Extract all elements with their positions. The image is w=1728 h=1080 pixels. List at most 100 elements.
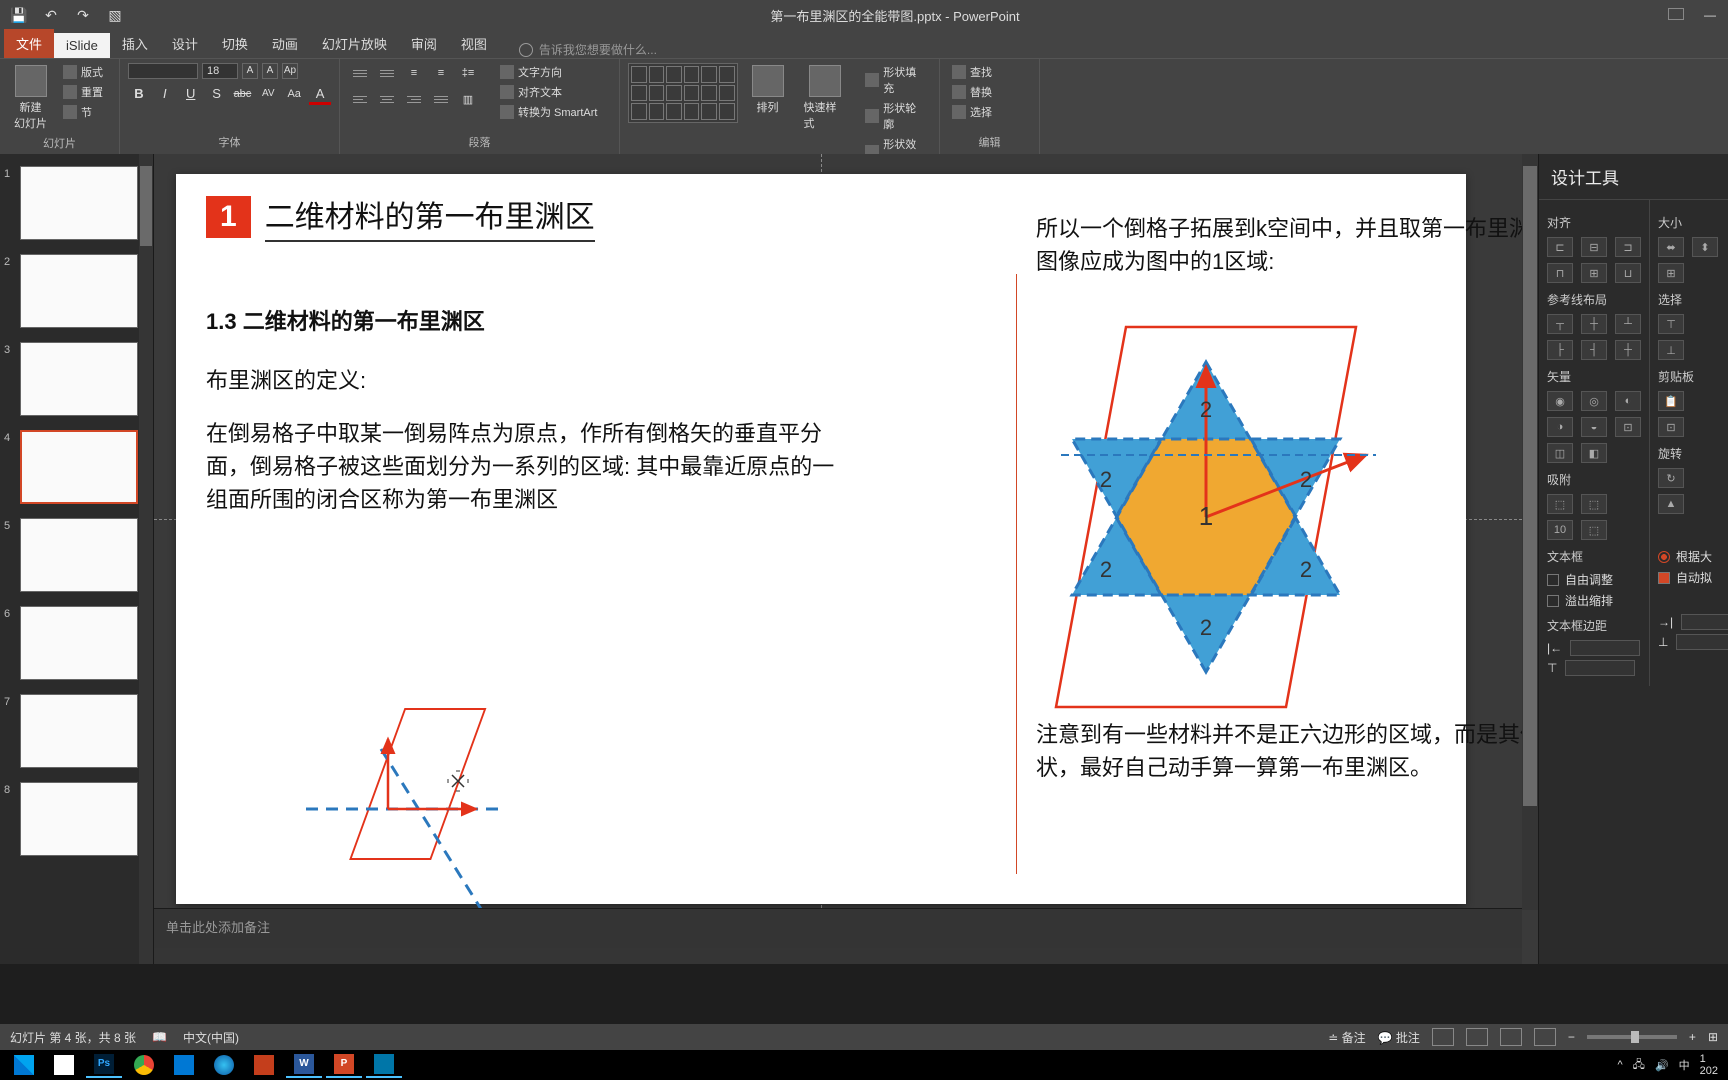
margin-top-input[interactable] (1565, 660, 1635, 676)
refline-btn-2[interactable]: ┼ (1581, 314, 1607, 334)
size-btn-3[interactable]: ⊞ (1658, 263, 1684, 283)
reading-view-button[interactable] (1500, 1028, 1522, 1046)
tab-insert[interactable]: 插入 (110, 29, 160, 58)
tab-islide[interactable]: iSlide (54, 33, 110, 58)
task-edge[interactable] (206, 1052, 242, 1078)
slide-thumbnail-5[interactable]: 5 (20, 518, 141, 592)
fragment-btn[interactable]: ◐ (1615, 391, 1641, 411)
task-word[interactable]: W (286, 1052, 322, 1078)
align-text-button[interactable]: 对齐文本 (496, 83, 601, 101)
tab-animation[interactable]: 动画 (260, 29, 310, 58)
notes-toggle[interactable]: ≐ 备注 (1328, 1029, 1365, 1046)
align-left-btn[interactable]: ⊏ (1547, 237, 1573, 257)
combine-btn[interactable]: ◎ (1581, 391, 1607, 411)
spell-check-icon[interactable]: 📖 (152, 1030, 167, 1044)
refline-btn-6[interactable]: ┼ (1615, 340, 1641, 360)
task-app-1[interactable] (46, 1052, 82, 1078)
zoom-out-button[interactable]: − (1568, 1030, 1575, 1044)
comments-toggle[interactable]: 💬 批注 (1378, 1029, 1420, 1046)
text-direction-button[interactable]: 文字方向 (496, 63, 601, 81)
align-center-button[interactable] (375, 89, 399, 109)
align-right-button[interactable] (402, 89, 426, 109)
rotate-btn[interactable]: ↻ (1658, 468, 1684, 488)
tray-ime[interactable]: 中 (1679, 1057, 1690, 1073)
shape-fill-button[interactable]: 形状填充 (861, 63, 931, 97)
tray-network-icon[interactable]: 🖧 (1633, 1056, 1645, 1075)
new-slide-button[interactable]: 新建 幻灯片 (8, 63, 53, 133)
slide-thumbnail-7[interactable]: 7 (20, 694, 141, 768)
align-top-btn[interactable]: ⊓ (1547, 263, 1573, 283)
normal-view-button[interactable] (1432, 1028, 1454, 1046)
adsorb-btn-4[interactable]: ⬚ (1581, 520, 1607, 540)
font-color-button[interactable]: A (309, 83, 331, 105)
bold-button[interactable]: B (128, 83, 150, 105)
clear-format-button[interactable]: Ap (282, 63, 298, 79)
vector-btn-6[interactable]: ⊡ (1615, 417, 1641, 437)
subtract-btn[interactable]: ◒ (1581, 417, 1607, 437)
fit-window-button[interactable]: ⊞ (1708, 1030, 1718, 1044)
language-indicator[interactable]: 中文(中国) (183, 1029, 239, 1046)
auto-adjust-check[interactable]: 自由调整 (1547, 571, 1641, 588)
zoom-in-button[interactable]: + (1689, 1030, 1696, 1044)
replace-button[interactable]: 替换 (948, 83, 1031, 101)
editor-horizontal-scrollbar[interactable] (154, 948, 1522, 964)
grow-font-button[interactable]: A (242, 63, 258, 79)
section-button[interactable]: 节 (59, 103, 107, 121)
numbering-button[interactable] (375, 63, 399, 83)
tab-file[interactable]: 文件 (4, 29, 54, 58)
font-family-input[interactable] (128, 63, 198, 79)
refline-btn-5[interactable]: ┤ (1581, 340, 1607, 360)
slide-thumbnail-3[interactable]: 3 (20, 342, 141, 416)
task-chrome[interactable] (126, 1052, 162, 1078)
zoom-slider[interactable] (1587, 1035, 1677, 1039)
clip-btn-2[interactable]: ⊡ (1658, 417, 1684, 437)
task-matlab[interactable] (366, 1052, 402, 1078)
wrap-radio[interactable]: 根据大 (1658, 548, 1728, 565)
margin-left-input[interactable] (1570, 640, 1640, 656)
system-tray[interactable]: ^ 🖧 🔊 中 1202 (1618, 1053, 1725, 1077)
sorter-view-button[interactable] (1466, 1028, 1488, 1046)
slide-thumbnail-6[interactable]: 6 (20, 606, 141, 680)
vector-btn-8[interactable]: ◧ (1581, 443, 1607, 463)
undo-icon[interactable]: ↶ (42, 6, 60, 24)
tell-me-search[interactable]: 告诉我您想要做什么... (519, 41, 657, 58)
tab-slideshow[interactable]: 幻灯片放映 (310, 29, 399, 58)
italic-button[interactable]: I (154, 83, 176, 105)
thumbnail-panel[interactable]: 1 2 3 4 5 6 7 8 (0, 154, 154, 964)
refline-btn-4[interactable]: ├ (1547, 340, 1573, 360)
notes-pane[interactable]: 单击此处添加备注 (154, 908, 1522, 948)
save-icon[interactable]: 💾 (10, 6, 28, 24)
slide-thumbnail-1[interactable]: 1 (20, 166, 141, 240)
vector-btn-7[interactable]: ◫ (1547, 443, 1573, 463)
quick-styles-button[interactable]: 快速样式 (798, 63, 854, 133)
reset-button[interactable]: 重置 (59, 83, 107, 101)
task-app-3[interactable] (166, 1052, 202, 1078)
start-from-beginning-icon[interactable]: ▧ (106, 6, 124, 24)
paste-btn[interactable]: 📋 (1658, 391, 1684, 411)
adsorb-btn-2[interactable]: ⬚ (1581, 494, 1607, 514)
select-btn-2[interactable]: ⊥ (1658, 340, 1684, 360)
arrange-button[interactable]: 排列 (746, 63, 790, 117)
task-app-5[interactable] (246, 1052, 282, 1078)
select-button[interactable]: 选择 (948, 103, 1031, 121)
justify-button[interactable] (429, 89, 453, 109)
shadow-button[interactable]: S (206, 83, 228, 105)
start-button[interactable] (6, 1052, 42, 1078)
columns-button[interactable]: ▥ (456, 89, 480, 109)
line-spacing-button[interactable]: ‡≡ (456, 63, 480, 83)
align-middle-btn[interactable]: ⊞ (1581, 263, 1607, 283)
tray-volume-icon[interactable]: 🔊 (1655, 1059, 1669, 1072)
overflow-check[interactable]: 溢出缩排 (1547, 592, 1641, 609)
decrease-indent-button[interactable]: ≡ (402, 63, 426, 83)
refline-btn-3[interactable]: ┴ (1615, 314, 1641, 334)
size-btn-2[interactable]: ⬍ (1692, 237, 1718, 257)
adsorb-btn-1[interactable]: ⬚ (1547, 494, 1573, 514)
shape-outline-button[interactable]: 形状轮廓 (861, 99, 931, 133)
find-button[interactable]: 查找 (948, 63, 1031, 81)
minimize-button[interactable]: — (1704, 8, 1716, 22)
tray-time[interactable]: 1202 (1700, 1053, 1718, 1077)
align-left-button[interactable] (348, 89, 372, 109)
adsorb-btn-3[interactable]: 10 (1547, 520, 1573, 540)
thumb-scrollbar[interactable] (139, 154, 153, 964)
size-btn-1[interactable]: ⬌ (1658, 237, 1684, 257)
